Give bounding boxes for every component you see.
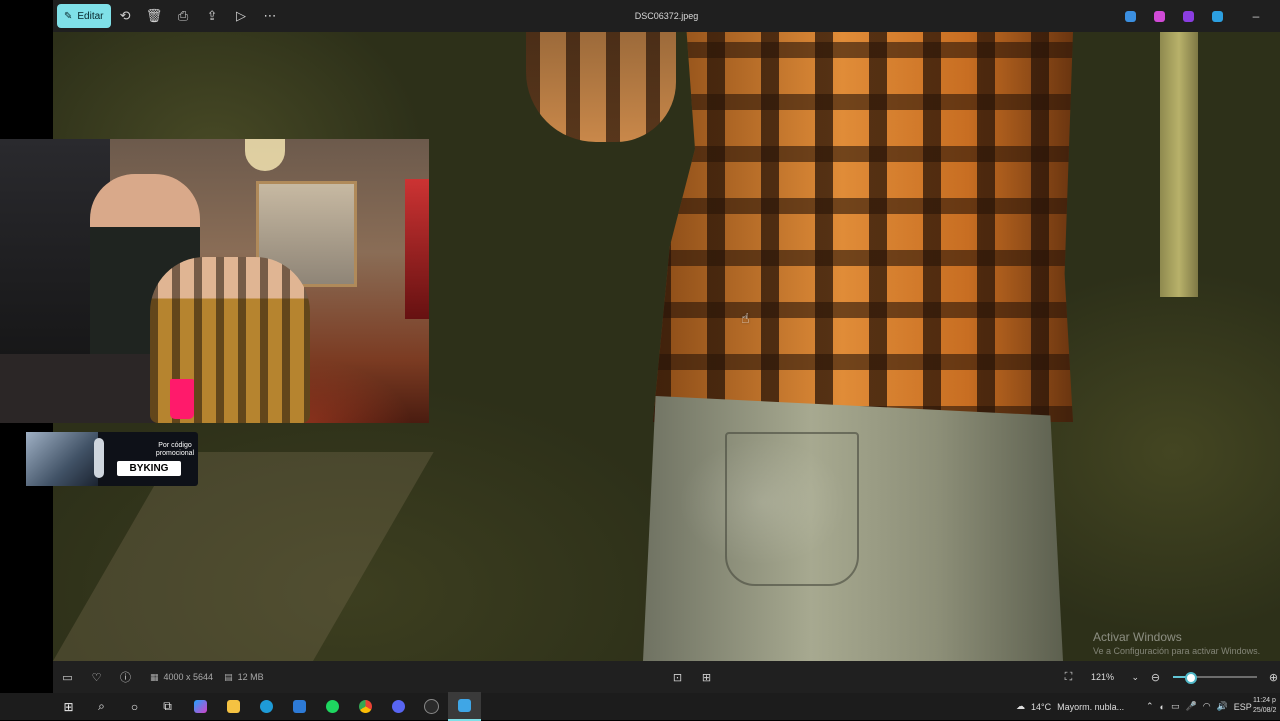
chevron-down-icon: ⌄ xyxy=(1131,671,1139,682)
rotate-icon[interactable]: ⟲ xyxy=(111,4,140,28)
info-icon[interactable]: ⓘ xyxy=(111,661,140,693)
webcam-chandelier xyxy=(245,139,285,171)
slideshow-icon[interactable]: ▷ xyxy=(227,4,256,28)
zoom-value: 121% xyxy=(1091,672,1115,682)
file-explorer-icon[interactable] xyxy=(217,693,250,720)
filesize-icon: ▤ xyxy=(224,671,233,682)
language-indicator[interactable]: ESP xyxy=(1234,702,1252,712)
promo-text: Por código promocional xyxy=(128,442,222,458)
screen-left-edge xyxy=(0,0,53,139)
weather-desc: Mayorm. nubla... xyxy=(1057,701,1125,712)
minimize-button[interactable]: – xyxy=(1232,9,1280,23)
promo-image xyxy=(26,432,98,486)
volume-icon[interactable]: 🔊 xyxy=(1217,701,1228,712)
spotify-icon[interactable] xyxy=(316,693,349,720)
promo-card: Por código promocional xyxy=(26,432,198,486)
edit-icon: ✎ xyxy=(64,10,73,22)
windows-activation-watermark: Activar Windows Ve a Configuración para … xyxy=(1093,630,1260,656)
hand-cursor-icon: ☝ xyxy=(741,310,750,326)
fit-to-window-icon[interactable]: ⛶ xyxy=(1054,661,1083,693)
crop-scan-icon[interactable]: ⊞ xyxy=(692,661,721,693)
microphone-icon[interactable]: 🎤 xyxy=(1186,701,1197,712)
tray-app-icon[interactable]: ◐ xyxy=(1160,702,1165,712)
zoom-out-icon[interactable]: ⊖ xyxy=(1141,661,1170,693)
clipchamp-icon[interactable] xyxy=(1183,10,1194,22)
chevron-up-icon[interactable]: ⌃ xyxy=(1146,701,1154,712)
webcam-overlay xyxy=(0,139,429,423)
photo-subject-arm xyxy=(526,32,676,142)
display-icon[interactable]: ▭ xyxy=(1171,701,1180,712)
promo-product-icon xyxy=(94,438,104,478)
copilot-icon[interactable] xyxy=(1154,10,1165,22)
dimensions-icon: ▦ xyxy=(150,671,159,682)
app-icon[interactable] xyxy=(415,693,448,720)
visual-search-icon[interactable]: ⊡ xyxy=(663,661,692,693)
system-tray: ⌃ ◐ ▭ 🎤 ◠ 🔊 ESP xyxy=(1146,693,1252,720)
wifi-icon[interactable]: ◠ xyxy=(1203,701,1211,712)
image-filesize: 12 MB xyxy=(237,672,264,682)
discord-icon[interactable] xyxy=(382,693,415,720)
edit-button-label: Editar xyxy=(77,10,104,22)
promo-code: BYKING xyxy=(117,461,181,476)
clock[interactable]: 11:24 p 25/08/2 xyxy=(1253,696,1276,716)
filmstrip-icon[interactable]: ▭ xyxy=(53,661,82,693)
photo-subject-shirt xyxy=(653,32,1073,422)
photos-app-icon[interactable] xyxy=(448,692,481,721)
start-windows-icon[interactable]: ⊞ xyxy=(52,693,85,720)
more-icon[interactable]: ⋯ xyxy=(256,4,285,28)
photos-bottombar: ▭ ♡ ⓘ ▦ 4000 x 5644 ▤ 12 MB ⊡ ⊞ ⛶ 121% ⌄… xyxy=(53,661,1280,693)
image-dimensions: 4000 x 5644 xyxy=(163,672,214,682)
weather-widget[interactable]: ☁ 14°C Mayorm. nubla... xyxy=(1016,693,1124,720)
copilot-taskbar-icon[interactable] xyxy=(184,693,217,720)
background-post xyxy=(1160,32,1198,297)
chrome-icon[interactable] xyxy=(349,693,382,720)
photos-titlebar: ✎ Editar ⟲ 🗑 ⎙ ⇪ ▷ ⋯ DSC06372.jpeg – xyxy=(53,0,1280,32)
clock-time: 11:24 p xyxy=(1253,697,1276,704)
cloud-icon: ☁ xyxy=(1016,701,1025,711)
share-icon[interactable]: ⇪ xyxy=(198,4,227,28)
zoom-dropdown[interactable]: 121% ⌄ xyxy=(1087,666,1143,688)
webcam-cup xyxy=(170,379,194,419)
delete-icon[interactable]: 🗑 xyxy=(140,4,169,28)
search-icon[interactable]: ⌕ xyxy=(85,693,118,720)
edge-icon[interactable] xyxy=(250,693,283,720)
print-icon[interactable]: ⎙ xyxy=(169,4,198,28)
favorite-heart-icon[interactable]: ♡ xyxy=(82,661,111,693)
jeans-pocket xyxy=(725,432,859,586)
weather-temp: 14°C xyxy=(1031,701,1052,712)
cortana-icon[interactable]: ○ xyxy=(118,693,151,720)
activation-subtitle: Ve a Configuración para activar Windows. xyxy=(1093,646,1261,656)
promo-line-2: promocional xyxy=(155,450,195,457)
zoom-in-icon[interactable]: ⊕ xyxy=(1259,661,1280,693)
image-meta: ▦ 4000 x 5644 ▤ 12 MB xyxy=(150,672,264,683)
activation-title: Activar Windows xyxy=(1093,630,1182,644)
titlebar-right-icons: – xyxy=(1116,0,1280,32)
windows-taskbar: ⊞ ⌕ ○ ⧉ ☁ 14°C Mayorm. nubla... ⌃ ◐ ▭ 🎤 … xyxy=(0,692,1280,721)
clock-date: 25/08/2 xyxy=(1253,707,1277,714)
zoom-slider-thumb[interactable] xyxy=(1184,672,1197,684)
promo-line-1: Por código xyxy=(158,442,192,449)
onedrive-icon[interactable] xyxy=(1212,10,1223,22)
webcam-neon-sign xyxy=(405,179,429,319)
app-shortcut-icon[interactable] xyxy=(1125,10,1136,22)
zoom-slider[interactable] xyxy=(1173,672,1257,684)
edit-button[interactable]: ✎ Editar xyxy=(57,4,111,28)
task-view-icon[interactable]: ⧉ xyxy=(151,693,184,720)
store-icon[interactable] xyxy=(283,693,316,720)
